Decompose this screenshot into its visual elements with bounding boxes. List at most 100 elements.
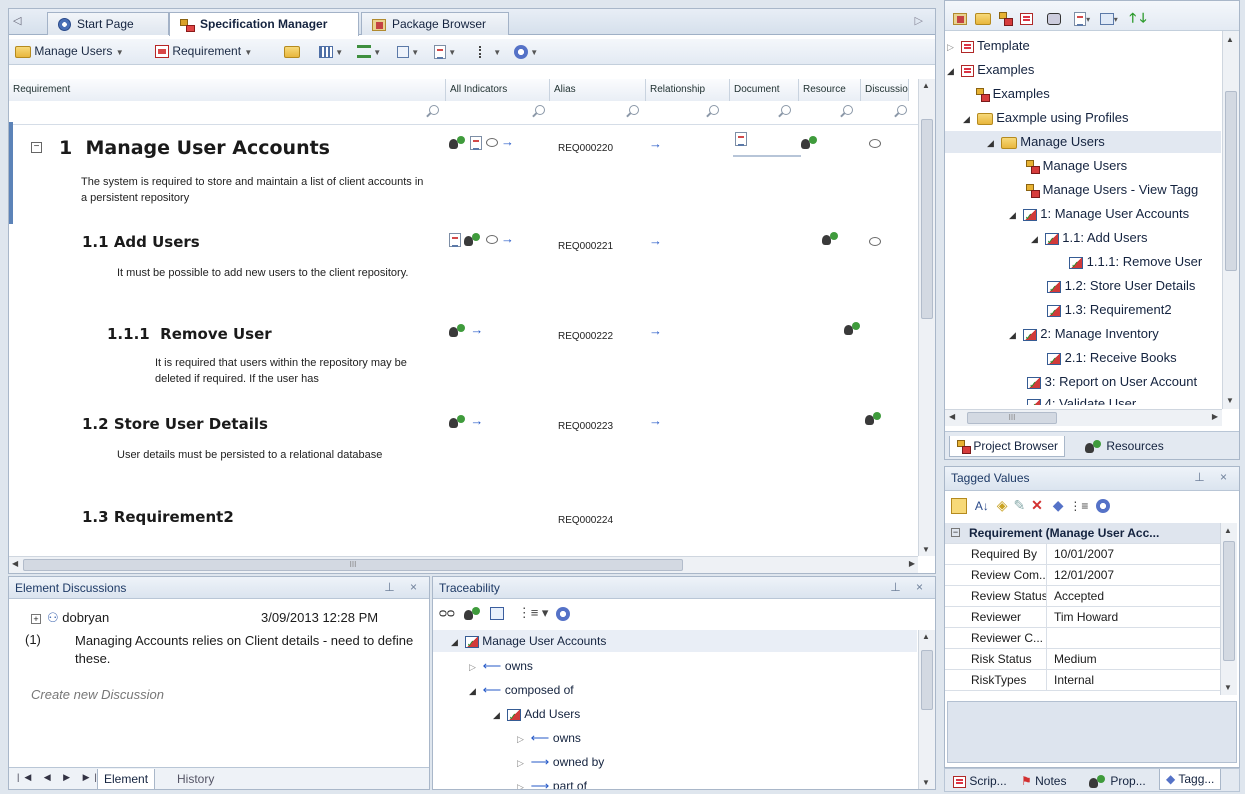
discussion-indicator-icon[interactable]: [485, 235, 498, 245]
requirement-title[interactable]: 1.1 Add Users: [82, 233, 200, 251]
collapse-arrow-icon[interactable]: ◢: [1009, 204, 1019, 226]
requirement-title[interactable]: 1.1.1 Remove User: [107, 325, 272, 343]
tagged-row[interactable]: Reviewer C...: [945, 628, 1221, 649]
tree-item[interactable]: 4: Validate User: [1027, 393, 1136, 405]
collapse-arrow-icon[interactable]: ◢: [451, 631, 461, 653]
spec-vertical-scrollbar[interactable]: ▲ ▼: [918, 79, 935, 556]
trace-item[interactable]: ▷ ⟶ owned by: [517, 751, 604, 773]
scroll-thumb[interactable]: [1225, 91, 1237, 271]
tree-item[interactable]: ◢ 1.1: Add Users: [1031, 227, 1148, 253]
tree-item[interactable]: Manage Users: [1025, 155, 1127, 177]
filter-search-icon[interactable]: [535, 105, 545, 115]
edit-icon[interactable]: ✎: [1013, 497, 1025, 513]
tag-icon[interactable]: ◆: [1053, 497, 1064, 513]
tagged-notes-area[interactable]: [947, 701, 1237, 763]
sort-alpha-icon[interactable]: A↓: [975, 499, 989, 513]
tag-value[interactable]: 12/01/2007: [1048, 565, 1218, 586]
tagged-row[interactable]: Required By 10/01/2007: [945, 544, 1221, 565]
tag-value[interactable]: Internal: [1048, 670, 1218, 691]
trace-item[interactable]: ▷ ⟶ part of: [517, 775, 587, 789]
manage-users-dropdown[interactable]: Manage Users ▼: [15, 44, 124, 58]
col-document[interactable]: Document: [730, 79, 799, 101]
tab-package-browser[interactable]: Package Browser: [361, 12, 509, 35]
document-button[interactable]: ▼: [434, 44, 456, 59]
col-relationship[interactable]: Relationship: [646, 79, 730, 101]
tab-element[interactable]: Element: [97, 769, 156, 789]
relationship-arrow-icon[interactable]: →: [501, 231, 514, 246]
scroll-down-arrow[interactable]: ▼: [1226, 396, 1234, 405]
tag-value[interactable]: Medium: [1048, 649, 1218, 670]
tag-value[interactable]: 10/01/2007: [1048, 544, 1218, 565]
filter-search-icon[interactable]: [429, 105, 439, 115]
grid-view-button[interactable]: ▼: [319, 44, 343, 58]
pin-close-icon[interactable]: ⊥ ×: [384, 580, 423, 594]
resource-icon[interactable]: [843, 321, 862, 336]
help-icon[interactable]: [1096, 499, 1111, 514]
binoculars-icon[interactable]: ᴑᴑ: [439, 605, 455, 620]
col-requirement[interactable]: Requirement: [9, 79, 446, 101]
filter-search-icon[interactable]: [709, 105, 719, 115]
locate-package-button[interactable]: [284, 44, 300, 58]
relationship-arrow-icon[interactable]: →: [649, 136, 662, 151]
options-icon[interactable]: ⋮≡: [1069, 499, 1088, 513]
help-button[interactable]: ▼: [514, 44, 538, 59]
filter-search-icon[interactable]: [843, 105, 853, 115]
tab-tagged-values[interactable]: ◆ Tagg...: [1159, 769, 1222, 790]
tagged-row[interactable]: Risk Status Medium: [945, 649, 1221, 670]
document-cell[interactable]: [733, 131, 801, 157]
relationship-arrow-icon[interactable]: →: [649, 413, 662, 428]
new-folder-icon[interactable]: [974, 12, 991, 25]
tree-item[interactable]: 1.2: Store User Details: [1047, 275, 1195, 301]
views-icon[interactable]: [1099, 12, 1114, 25]
tree-item[interactable]: ◢ Eaxmple using Profiles: [963, 107, 1128, 129]
scroll-right-arrow[interactable]: ▶: [1212, 412, 1218, 421]
tagged-vertical-scrollbar[interactable]: ▲ ▼: [1220, 523, 1237, 695]
move-down-icon[interactable]: 🡓: [1140, 10, 1147, 25]
col-alias[interactable]: Alias: [550, 79, 646, 101]
locate-icon[interactable]: [464, 606, 482, 621]
relationship-arrow-icon[interactable]: →: [649, 323, 662, 338]
collapse-arrow-icon[interactable]: ◢: [963, 108, 973, 130]
discussion-message[interactable]: Managing Accounts relies on Client detai…: [75, 632, 415, 668]
tagged-group-row[interactable]: − Requirement (Manage User Acc...: [945, 523, 1221, 544]
filter-search-icon[interactable]: [629, 105, 639, 115]
tagged-row[interactable]: RiskTypes Internal: [945, 670, 1221, 691]
expand-arrow-icon[interactable]: ▷: [517, 728, 527, 750]
collapse-arrow-icon[interactable]: ◢: [493, 704, 503, 726]
tab-scripts[interactable]: Scrip...: [947, 771, 1013, 791]
tree-item[interactable]: ◢ 2: Manage Inventory: [1009, 323, 1159, 349]
tag-value[interactable]: [1048, 628, 1218, 649]
tab-properties[interactable]: Prop...: [1083, 771, 1152, 792]
filter-search-icon[interactable]: [781, 105, 791, 115]
expand-toggle[interactable]: +: [31, 614, 41, 624]
new-tag-icon[interactable]: ◈: [997, 497, 1008, 513]
document-indicator-icon[interactable]: [470, 135, 483, 150]
relationship-arrow-icon[interactable]: →: [501, 134, 514, 149]
discussion-author[interactable]: ⚇ dobryan: [47, 610, 109, 626]
collapse-arrow-icon[interactable]: ◢: [947, 60, 957, 82]
trace-vertical-scrollbar[interactable]: ▲ ▼: [918, 630, 935, 789]
tree-item[interactable]: 2.1: Receive Books: [1047, 347, 1177, 373]
diagram-icon[interactable]: [490, 607, 505, 621]
collapse-arrow-icon[interactable]: ◢: [469, 680, 479, 702]
resource-indicator-icon[interactable]: [449, 414, 467, 429]
expand-arrow-icon[interactable]: ▷: [947, 36, 957, 58]
tab-scroll-right[interactable]: ▷: [915, 14, 923, 27]
tree-item[interactable]: 3: Report on User Account: [1027, 371, 1221, 393]
expand-arrow-icon[interactable]: ▷: [517, 752, 527, 774]
trace-item[interactable]: ▷ ⟵ owns: [469, 655, 533, 677]
tree-item[interactable]: ◢ Examples: [947, 59, 1034, 81]
tag-value[interactable]: Tim Howard: [1048, 607, 1218, 628]
col-resource[interactable]: Resource: [799, 79, 861, 101]
spec-horizontal-scrollbar[interactable]: ◀ III ▶: [9, 556, 918, 573]
scroll-up-arrow[interactable]: ▲: [922, 81, 930, 90]
tagged-row[interactable]: Reviewer Tim Howard: [945, 607, 1221, 628]
nav-buttons[interactable]: |◀ ◀ ▶ ▶|: [17, 772, 102, 783]
move-up-icon[interactable]: 🡑: [1129, 10, 1136, 25]
scroll-thumb[interactable]: III: [967, 412, 1057, 424]
pin-close-icon[interactable]: ⊥ ×: [890, 580, 929, 594]
hierarchy-button[interactable]: ▼: [357, 44, 381, 59]
new-package-icon[interactable]: [953, 12, 967, 25]
requirement-description[interactable]: The system is required to store and main…: [81, 174, 431, 206]
requirement-title[interactable]: 1.2 Store User Details: [82, 415, 268, 433]
